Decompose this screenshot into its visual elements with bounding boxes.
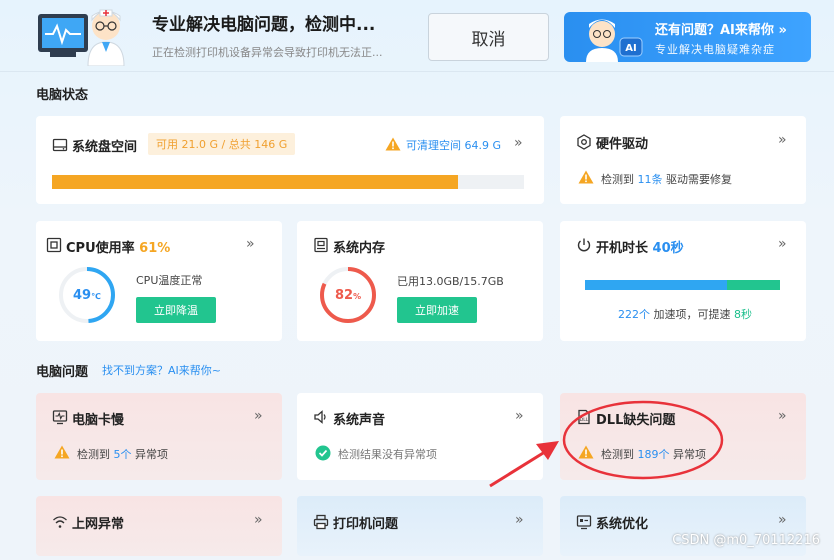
ai-badge: AI — [625, 43, 636, 54]
disk-card-title: 系统盘空间 — [72, 140, 138, 155]
header: 专业解决电脑问题，检测中... 正在检测打印机设备异常会导致打印机无法正... … — [0, 0, 834, 72]
boot-card-title: 开机时长 40秒 — [596, 241, 684, 256]
driver-count: 11条 — [637, 173, 663, 186]
status-section-title: 电脑状态 — [36, 88, 89, 103]
system-sound-title: 系统声音 — [333, 413, 386, 428]
printer-card[interactable]: 打印机问题 » — [297, 496, 543, 556]
memory-card[interactable]: 系统内存 82% 已用13.0GB/15.7GB 立即加速 — [297, 221, 543, 341]
chevron-right-icon[interactable]: » — [515, 408, 524, 424]
ai-doctor-illustration: AI — [586, 19, 643, 62]
pc-lag-title: 电脑卡慢 — [72, 413, 125, 428]
network-card[interactable]: 上网异常 » — [36, 496, 282, 556]
memory-card-title: 系统内存 — [333, 241, 386, 256]
pc-lag-status: 检测到 5个 异常项 — [77, 448, 168, 461]
printer-icon — [313, 514, 329, 530]
cpu-usage-card[interactable]: CPU使用率 61% » 49℃ CPU温度正常 立即降温 — [36, 221, 282, 341]
system-optimize-title: 系统优化 — [596, 517, 649, 532]
warning-icon — [578, 170, 594, 184]
speedup-value: 8秒 — [734, 308, 752, 321]
warning-icon — [54, 445, 70, 459]
chevron-right-icon[interactable]: » — [246, 236, 255, 252]
speaker-icon — [314, 410, 326, 424]
power-icon — [577, 238, 591, 252]
dll-file-icon: DLL — [578, 409, 590, 425]
cpu-temp-value: 49℃ — [73, 288, 101, 303]
hardware-card-title: 硬件驱动 — [596, 137, 649, 152]
watermark: CSDN @m0_70112216 — [672, 533, 820, 548]
system-sound-card[interactable]: 系统声音 » 检测结果没有异常项 — [297, 393, 543, 480]
memory-usage-text: 已用13.0GB/15.7GB — [397, 275, 504, 288]
monitor-pulse-icon — [52, 410, 68, 425]
warning-icon — [578, 445, 594, 459]
disk-space-card[interactable]: 系统盘空间 可用 21.0 G / 总共 146 G 可清理空间 64.9 G … — [36, 116, 544, 204]
cpu-usage-value: 61% — [139, 241, 171, 256]
boot-time-card[interactable]: 开机时长 40秒 » 222个 加速项，可提速 8秒 — [560, 221, 806, 341]
disk-icon — [52, 138, 68, 152]
cancel-button[interactable]: 取消 — [428, 13, 549, 61]
boot-time-bar — [585, 280, 780, 290]
system-sound-status: 检测结果没有异常项 — [338, 448, 437, 461]
network-title: 上网异常 — [72, 517, 125, 532]
memory-icon — [314, 237, 328, 253]
disk-usage-badge: 可用 21.0 G / 总共 146 G — [148, 133, 296, 155]
memory-usage-value: 82% — [335, 288, 362, 303]
hardware-status-text: 检测到 11条 驱动需要修复 — [601, 173, 732, 186]
lag-issue-count: 5个 — [113, 448, 132, 461]
startup-item-count: 222个 — [618, 308, 650, 321]
chevron-right-icon[interactable]: » — [254, 512, 263, 528]
chevron-right-icon: » — [778, 23, 787, 38]
disk-usage-bar — [52, 175, 524, 189]
check-circle-icon — [315, 445, 331, 461]
cleanable-space-link[interactable]: 可清理空间 64.9 G — [406, 137, 501, 153]
boot-time-value: 40秒 — [652, 241, 684, 256]
scan-status-text: 正在检测打印机设备异常会导致打印机无法正... — [152, 46, 383, 59]
hardware-driver-card[interactable]: 硬件驱动 » 检测到 11条 驱动需要修复 — [560, 116, 806, 204]
problems-section-title: 电脑问题 — [36, 365, 89, 380]
dll-missing-card[interactable]: DLL DLL缺失问题 » 检测到 189个 异常项 — [560, 393, 806, 480]
speed-up-button[interactable]: 立即加速 — [397, 297, 477, 323]
optimize-monitor-icon — [576, 515, 592, 530]
warning-icon — [385, 137, 401, 151]
chevron-right-icon[interactable]: » — [778, 236, 787, 252]
doctor-monitor-illustration — [38, 9, 125, 66]
chevron-right-icon[interactable]: » — [254, 408, 263, 424]
wifi-icon — [53, 516, 67, 528]
ai-help-link[interactable]: 找不到方案？AI来帮你~ — [102, 362, 221, 378]
cpu-icon — [46, 237, 62, 253]
pc-lag-card[interactable]: 电脑卡慢 » 检测到 5个 异常项 — [36, 393, 282, 480]
cpu-temp-status: CPU温度正常 — [136, 274, 203, 287]
printer-title: 打印机问题 — [333, 517, 399, 532]
chevron-right-icon[interactable]: » — [778, 512, 787, 528]
ai-help-banner[interactable]: AI 还有问题？AI来帮你 » 专业解决电脑疑难杂症 — [564, 12, 811, 62]
dll-missing-title: DLL缺失问题 — [596, 413, 676, 428]
page-title: 专业解决电脑问题，检测中... — [152, 15, 376, 35]
hexagon-chip-icon — [577, 134, 591, 150]
dll-issue-count: 189个 — [637, 448, 670, 461]
chevron-right-icon[interactable]: » — [514, 135, 523, 151]
chevron-right-icon[interactable]: » — [778, 408, 787, 424]
ai-banner-subtitle: 专业解决电脑疑难杂症 — [655, 43, 775, 56]
disk-usage-bar-fill — [52, 175, 458, 189]
boot-bar-speedup — [727, 280, 780, 290]
cpu-card-title: CPU使用率 61% — [66, 241, 171, 256]
boot-speedup-text: 222个 加速项，可提速 8秒 — [618, 308, 752, 321]
chevron-right-icon[interactable]: » — [778, 132, 787, 148]
svg-text:DLL: DLL — [580, 417, 589, 423]
ai-banner-title: 还有问题？AI来帮你 » — [655, 23, 787, 38]
dll-missing-status: 检测到 189个 异常项 — [601, 448, 706, 461]
chevron-right-icon[interactable]: » — [515, 512, 524, 528]
boot-bar-startup-items — [585, 280, 728, 290]
cool-down-button[interactable]: 立即降温 — [136, 297, 216, 323]
